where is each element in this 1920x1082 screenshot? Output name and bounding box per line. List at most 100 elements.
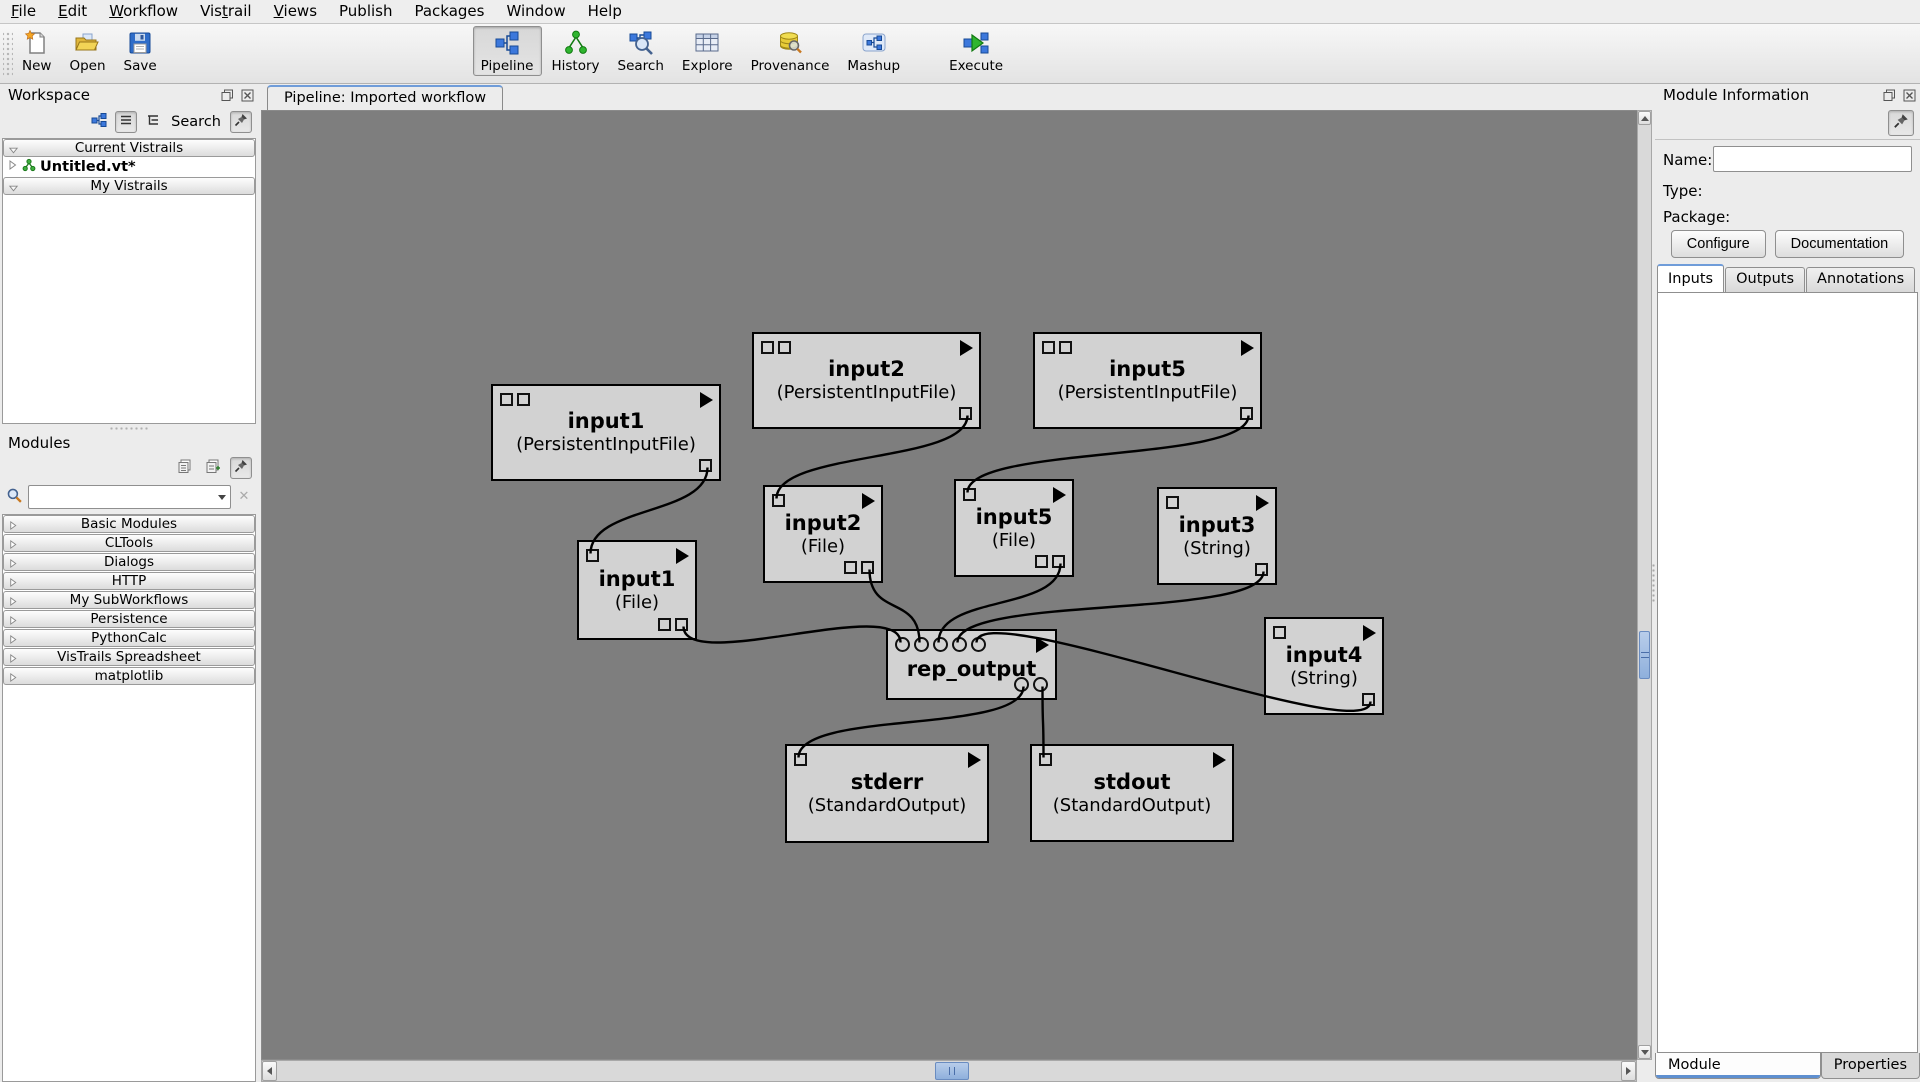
workspace-file-untitled[interactable]: Untitled.vt*: [3, 157, 255, 177]
documentation-button[interactable]: Documentation: [1775, 230, 1905, 258]
package-http[interactable]: HTTP: [3, 572, 255, 590]
workspace-pin-button[interactable]: [230, 111, 252, 133]
bottom-tab-properties[interactable]: Properties: [1821, 1053, 1920, 1079]
module-rep-output[interactable]: rep_output: [886, 629, 1057, 700]
module-name-input[interactable]: [1713, 146, 1912, 172]
scroll-up-button[interactable]: [1638, 111, 1651, 125]
module-menu-triangle-icon[interactable]: [1241, 340, 1254, 356]
menu-views[interactable]: Views: [263, 0, 328, 23]
scroll-down-button[interactable]: [1638, 1045, 1651, 1059]
module-input1-pif[interactable]: input1(PersistentInputFile): [491, 384, 721, 481]
collapse-tree-button[interactable]: [174, 457, 196, 479]
module-info-pin-button[interactable]: [1888, 110, 1914, 136]
package-persistence[interactable]: Persistence: [3, 610, 255, 628]
toolbar-open-button[interactable]: Open: [61, 26, 113, 76]
current-vistrails-section[interactable]: Current Vistrails: [3, 139, 255, 157]
input-port[interactable]: [1166, 496, 1179, 509]
scroll-left-button[interactable]: [262, 1061, 277, 1081]
package-cltools[interactable]: CLTools: [3, 534, 255, 552]
tab-annotations[interactable]: Annotations: [1806, 267, 1915, 292]
workspace-graph-view-button[interactable]: [88, 111, 110, 133]
package-my-subworkflows[interactable]: My SubWorkflows: [3, 591, 255, 609]
horizontal-scrollbar[interactable]: [261, 1060, 1637, 1082]
input-port[interactable]: [952, 637, 967, 652]
module-menu-triangle-icon[interactable]: [960, 340, 973, 356]
modules-search-input[interactable]: [28, 485, 231, 509]
menu-help[interactable]: Help: [577, 0, 633, 23]
package-vistrails-spreadsheet[interactable]: VisTrails Spreadsheet: [3, 648, 255, 666]
module-menu-triangle-icon[interactable]: [1053, 487, 1066, 503]
input-port[interactable]: [1042, 341, 1055, 354]
workspace-float-icon[interactable]: [220, 88, 234, 102]
toolbar-provenance-button[interactable]: Provenance: [743, 26, 838, 76]
module-input5-file[interactable]: input5(File): [954, 479, 1074, 577]
configure-button[interactable]: Configure: [1671, 230, 1766, 258]
module-menu-triangle-icon[interactable]: [968, 752, 981, 768]
output-port[interactable]: [844, 561, 857, 574]
module-menu-triangle-icon[interactable]: [862, 493, 875, 509]
input-port[interactable]: [772, 494, 785, 507]
module-input3-str[interactable]: input3(String): [1157, 487, 1277, 585]
workspace-list-view-button[interactable]: [115, 111, 137, 133]
vertical-scroll-thumb[interactable]: [1639, 631, 1650, 679]
output-port[interactable]: [1033, 677, 1048, 692]
menu-window[interactable]: Window: [495, 0, 576, 23]
output-port[interactable]: [699, 459, 712, 472]
module-stderr[interactable]: stderr(StandardOutput): [785, 744, 989, 843]
module-menu-triangle-icon[interactable]: [1363, 625, 1376, 641]
expand-tree-button[interactable]: [202, 457, 224, 479]
package-pythoncalc[interactable]: PythonCalc: [3, 629, 255, 647]
module-input1-file[interactable]: input1(File): [577, 540, 697, 640]
output-port[interactable]: [1035, 555, 1048, 568]
panel-splitter[interactable]: [0, 424, 258, 432]
toolbar-search-button[interactable]: Search: [610, 26, 672, 76]
module-stdout[interactable]: stdout(StandardOutput): [1030, 744, 1234, 842]
module-menu-triangle-icon[interactable]: [700, 392, 713, 408]
menu-file[interactable]: File: [0, 0, 47, 23]
output-port[interactable]: [658, 618, 671, 631]
my-vistrails-section[interactable]: My Vistrails: [3, 177, 255, 195]
module-info-close-icon[interactable]: [1902, 88, 1916, 102]
output-port[interactable]: [861, 561, 874, 574]
bottom-tab-module-information[interactable]: Module Information: [1655, 1053, 1821, 1079]
pipeline-canvas[interactable]: input2(PersistentInputFile)input5(Persis…: [261, 110, 1637, 1060]
input-port[interactable]: [971, 637, 986, 652]
module-input5-pif[interactable]: input5(PersistentInputFile): [1033, 332, 1262, 429]
toolbar-drag-handle[interactable]: [3, 32, 13, 76]
toolbar-new-button[interactable]: New: [14, 26, 59, 76]
workspace-tree-view-button[interactable]: [142, 111, 164, 133]
tab-pipeline-imported-workflow[interactable]: Pipeline: Imported workflow: [267, 85, 503, 110]
input-port[interactable]: [1273, 626, 1286, 639]
input-port[interactable]: [500, 393, 513, 406]
menu-publish[interactable]: Publish: [328, 0, 403, 23]
output-port[interactable]: [675, 618, 688, 631]
tab-inputs[interactable]: Inputs: [1657, 264, 1724, 292]
toolbar-mashup-button[interactable]: Mashup: [839, 26, 908, 76]
menu-packages[interactable]: Packages: [403, 0, 495, 23]
toolbar-save-button[interactable]: Save: [116, 26, 165, 76]
toolbar-execute-button[interactable]: Execute: [941, 26, 1011, 76]
module-menu-triangle-icon[interactable]: [1036, 637, 1049, 653]
output-port[interactable]: [1255, 563, 1268, 576]
module-menu-triangle-icon[interactable]: [1213, 752, 1226, 768]
tab-outputs[interactable]: Outputs: [1725, 267, 1805, 292]
input-port[interactable]: [778, 341, 791, 354]
toolbar-explore-button[interactable]: Explore: [674, 26, 741, 76]
input-port[interactable]: [895, 637, 910, 652]
module-input2-file[interactable]: input2(File): [763, 485, 883, 583]
menu-edit[interactable]: Edit: [47, 0, 98, 23]
output-port[interactable]: [1240, 407, 1253, 420]
module-menu-triangle-icon[interactable]: [1256, 495, 1269, 511]
menu-vistrail[interactable]: Vistrail: [189, 0, 263, 23]
output-port[interactable]: [1052, 555, 1065, 568]
menu-workflow[interactable]: Workflow: [98, 0, 189, 23]
input-port[interactable]: [1059, 341, 1072, 354]
input-port[interactable]: [914, 637, 929, 652]
vertical-scrollbar[interactable]: [1637, 110, 1652, 1060]
module-info-float-icon[interactable]: [1882, 88, 1896, 102]
input-port[interactable]: [1039, 753, 1052, 766]
input-port[interactable]: [963, 488, 976, 501]
input-port[interactable]: [761, 341, 774, 354]
module-menu-triangle-icon[interactable]: [676, 548, 689, 564]
output-port[interactable]: [959, 407, 972, 420]
